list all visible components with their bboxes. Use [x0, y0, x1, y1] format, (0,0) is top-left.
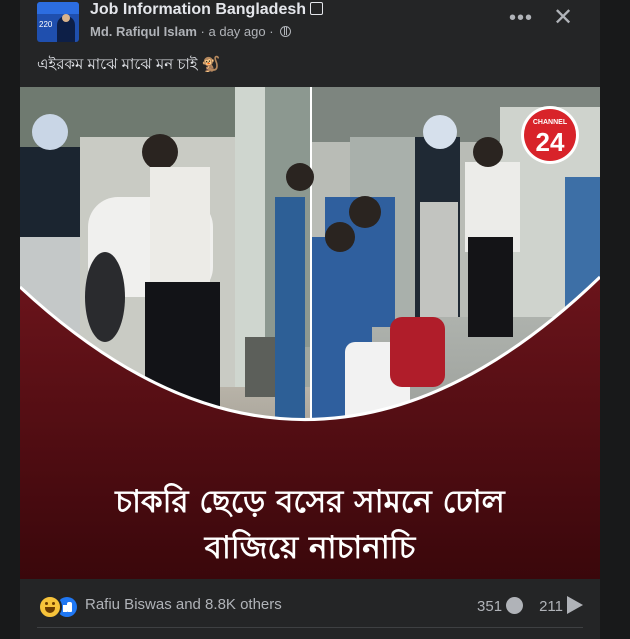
- haha-icon: [38, 595, 62, 619]
- post-caption: এইরকম মাঝে মাঝে মন চাই 🐒: [37, 56, 221, 73]
- reaction-summary[interactable]: Rafiu Biswas and 8.8K others: [85, 596, 282, 613]
- feed-post: 220 Job Information Bangladesh Md. Rafiq…: [20, 0, 600, 639]
- verified-icon: [310, 2, 324, 15]
- engagement-counts: 351 211: [477, 596, 583, 615]
- author-link[interactable]: Md. Rafiqul Islam: [90, 24, 197, 39]
- channel-logo-number: 24: [536, 127, 565, 157]
- divider: [37, 627, 583, 628]
- globe-icon: [280, 26, 292, 37]
- comments-count[interactable]: 351: [477, 598, 502, 615]
- post-timestamp[interactable]: a day ago: [209, 24, 266, 39]
- channel-logo-label: CHANNEL: [533, 119, 568, 126]
- close-button[interactable]: ✕: [550, 5, 576, 31]
- share-icon: [567, 596, 583, 614]
- reaction-icons[interactable]: [38, 595, 80, 619]
- page-name-link[interactable]: Job Information Bangladesh: [90, 1, 306, 18]
- news-photo-graphic: CHANNEL 24 চাকরি ছেড়ে বসের সামনে ঢোল বা…: [20, 87, 600, 579]
- post-meta: Md. Rafiqul Islam · a day ago ·: [90, 24, 292, 39]
- reaction-bar: Rafiu Biswas and 8.8K others 351 211: [20, 588, 600, 622]
- comment-icon: [506, 597, 524, 614]
- headline-line-1: চাকরি ছেড়ে বসের সামনে ঢোল: [114, 482, 506, 520]
- avatar-badge: 220: [39, 20, 53, 29]
- shares-count[interactable]: 211: [539, 598, 563, 615]
- post-header: 220 Job Information Bangladesh Md. Rafiq…: [20, 0, 600, 48]
- page-avatar[interactable]: 220: [37, 2, 79, 42]
- more-options-button[interactable]: •••: [508, 8, 534, 28]
- headline-line-2: বাজিয়ে নাচানাচি: [204, 528, 417, 566]
- post-image[interactable]: CHANNEL 24 চাকরি ছেড়ে বসের সামনে ঢোল বা…: [20, 87, 600, 579]
